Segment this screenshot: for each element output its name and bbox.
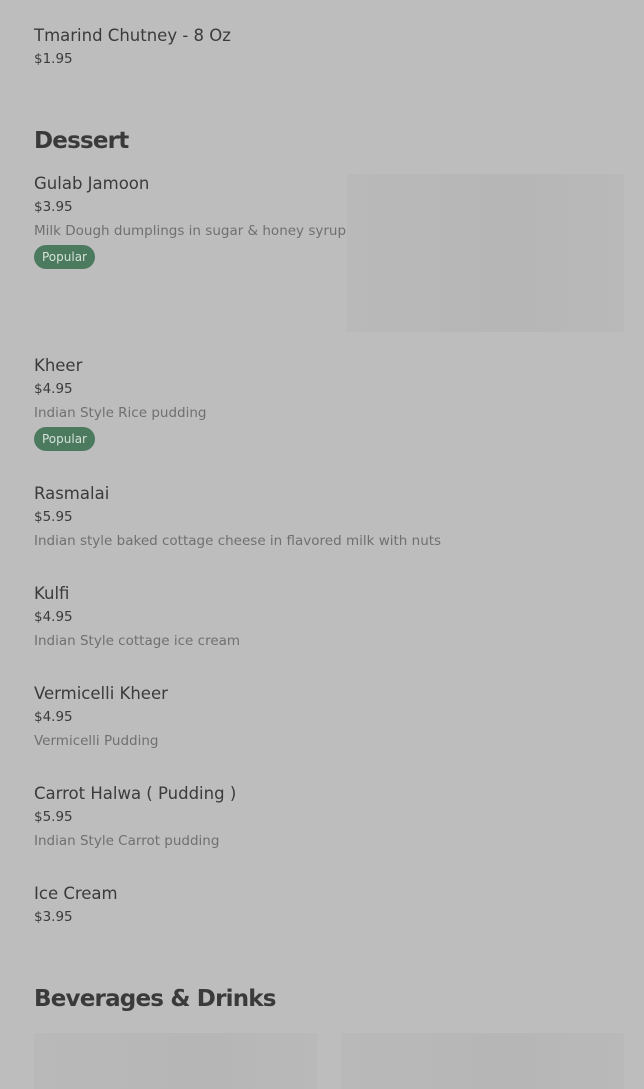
- menu-item-gulab-jamoon[interactable]: Gulab Jamoon $3.95 Milk Dough dumplings …: [34, 174, 347, 269]
- item-description: Milk Dough dumplings in sugar & honey sy…: [34, 223, 347, 239]
- item-description: Vermicelli Pudding: [34, 733, 159, 749]
- item-price: $5.95: [34, 809, 73, 825]
- menu-item-rasmalai[interactable]: Rasmalai $5.95 Indian style baked cottag…: [34, 484, 634, 549]
- item-name: Kheer: [34, 356, 83, 375]
- item-price: $4.95: [34, 609, 73, 625]
- item-description: Indian style baked cottage cheese in fla…: [34, 533, 442, 549]
- menu-item-tamarind-chutney[interactable]: Tmarind Chutney - 8 Oz $1.95: [34, 26, 634, 67]
- item-description: Indian Style Carrot pudding: [34, 833, 220, 849]
- section-title-dessert: Dessert: [34, 128, 129, 154]
- item-name: Vermicelli Kheer: [34, 684, 168, 703]
- item-image-gulab-jamoon[interactable]: [347, 174, 624, 332]
- item-price: $3.95: [34, 199, 73, 215]
- section-title-beverages: Beverages & Drinks: [34, 986, 277, 1012]
- item-price: $5.95: [34, 509, 73, 525]
- item-name: Ice Cream: [34, 884, 118, 903]
- item-name: Gulab Jamoon: [34, 174, 150, 193]
- item-description: Indian Style cottage ice cream: [34, 633, 241, 649]
- item-description: Indian Style Rice pudding: [34, 405, 207, 421]
- item-price: $4.95: [34, 709, 73, 725]
- popular-badge: Popular: [34, 245, 95, 269]
- menu-item-kulfi[interactable]: Kulfi $4.95 Indian Style cottage ice cre…: [34, 584, 634, 649]
- menu-item-carrot-halwa[interactable]: Carrot Halwa ( Pudding ) $5.95 Indian St…: [34, 784, 634, 849]
- item-name: Carrot Halwa ( Pudding ): [34, 784, 237, 803]
- item-price: $4.95: [34, 381, 73, 397]
- menu-item-vermicelli-kheer[interactable]: Vermicelli Kheer $4.95 Vermicelli Puddin…: [34, 684, 634, 749]
- item-price: $1.95: [34, 51, 73, 67]
- menu-item-kheer[interactable]: Kheer $4.95 Indian Style Rice pudding Po…: [34, 356, 634, 451]
- item-name: Rasmalai: [34, 484, 110, 503]
- item-name: Kulfi: [34, 584, 70, 603]
- beverage-card-image-1[interactable]: [34, 1033, 317, 1089]
- menu-item-ice-cream[interactable]: Ice Cream $3.95: [34, 884, 634, 925]
- beverage-card-image-2[interactable]: [341, 1033, 624, 1089]
- item-price: $3.95: [34, 909, 73, 925]
- menu-page: Tmarind Chutney - 8 Oz $1.95 Dessert Gul…: [0, 0, 644, 1089]
- popular-badge: Popular: [34, 427, 95, 451]
- item-name: Tmarind Chutney - 8 Oz: [34, 26, 231, 45]
